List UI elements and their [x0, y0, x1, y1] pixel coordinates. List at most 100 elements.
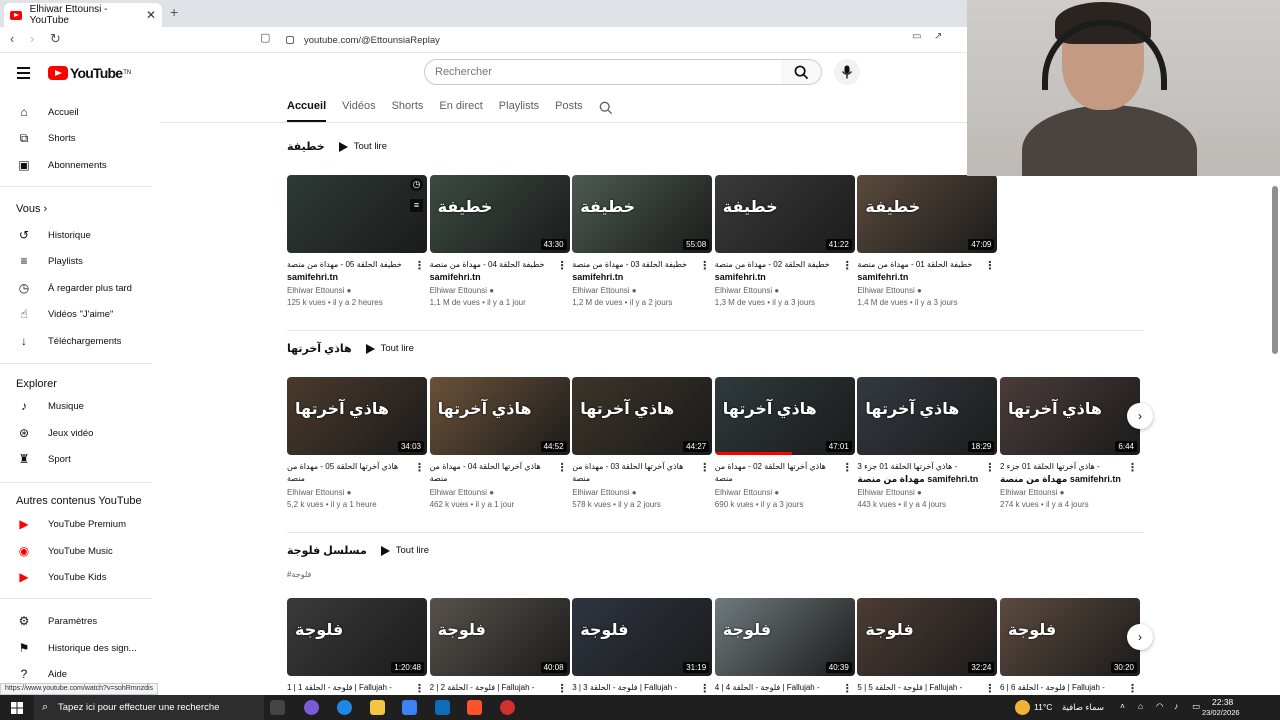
more-options-icon[interactable]: ⋮	[557, 682, 568, 695]
video-card[interactable]: هاذي آخرتها 44:52 هاذي آخرتها الحلقة 04 - …	[429, 377, 570, 509]
more-options-icon[interactable]: ⋮	[557, 259, 568, 272]
forward-icon[interactable]: ›	[30, 31, 34, 46]
more-options-icon[interactable]: ⋮	[842, 259, 853, 272]
video-title[interactable]: خطيفة الحلقة 01 - مهداة من منصة samifehri…	[857, 259, 997, 283]
more-options-icon[interactable]: ⋮	[984, 259, 995, 272]
sidebar-item-sport[interactable]: ♜ Sport	[0, 446, 160, 472]
back-icon[interactable]: ‹	[10, 31, 14, 46]
video-thumbnail[interactable]: هاذي آخرتها 6:44	[1000, 377, 1140, 455]
video-thumbnail[interactable]: خطيفة 43:30	[429, 175, 570, 253]
you-heading[interactable]: Vous ›	[16, 203, 47, 215]
bookmark-icon[interactable]: ▢	[260, 31, 270, 44]
windows-start-icon[interactable]	[11, 702, 23, 714]
video-title[interactable]: هاذي آخرتها الحلقة 05 - مهداة من منصةsam…	[287, 461, 427, 485]
tab-shorts[interactable]: Shorts	[392, 100, 424, 122]
edge-icon[interactable]	[337, 700, 352, 715]
video-card[interactable]: خطيفة 47:09 خطيفة الحلقة 01 - مهداة من منص…	[857, 175, 998, 307]
shelf-title[interactable]: خطيفة	[287, 140, 325, 153]
channel-name[interactable]: Elhiwar Ettounsi ●	[1000, 488, 1140, 497]
tab-live[interactable]: En direct	[439, 100, 482, 122]
video-title[interactable]: هاذي آخرتها الحلقة 02 - مهداة من منصةsam…	[715, 461, 855, 485]
sidebar-item-downloads[interactable]: ↓ Téléchargements	[0, 328, 160, 354]
sidebar-item-shorts[interactable]: ⧉ Shorts	[0, 125, 160, 151]
more-options-icon[interactable]: ⋮	[557, 461, 568, 474]
video-card[interactable]: هاذي آخرتها 47:01 هاذي آخرتها الحلقة 02 - …	[714, 377, 855, 509]
more-options-icon[interactable]: ⋮	[1127, 682, 1138, 695]
tab-playlists[interactable]: Playlists	[499, 100, 539, 122]
page-scrollbar[interactable]	[1272, 186, 1278, 354]
menu-icon[interactable]	[17, 67, 30, 82]
video-thumbnail[interactable]: هاذي آخرتها 34:03	[287, 377, 427, 455]
shelf-title[interactable]: هاذي آخرتها	[287, 342, 352, 355]
task-view-icon[interactable]	[270, 700, 285, 715]
tray-chevron-icon[interactable]: ˄	[1120, 701, 1125, 711]
video-thumbnail[interactable]: هاذي آخرتها 44:27	[572, 377, 713, 455]
video-card[interactable]: فلوجة 40:08 2 | فلوجة - الحلقة 2 | Falluja…	[429, 598, 570, 706]
more-options-icon[interactable]: ⋮	[842, 682, 853, 695]
voice-search-button[interactable]	[834, 59, 860, 85]
sidebar-item-subscriptions[interactable]: ▣ Abonnements	[0, 152, 160, 178]
video-thumbnail[interactable]: خطيفة 55:08	[572, 175, 713, 253]
channel-name[interactable]: Elhiwar Ettounsi ●	[857, 286, 997, 295]
cast-icon[interactable]: ▭	[912, 31, 921, 42]
sidebar-item-youtube-kids[interactable]: ▶ YouTube Kids	[0, 564, 160, 590]
tab-home[interactable]: Accueil	[287, 100, 327, 122]
video-card[interactable]: فلوجة 32:24 5 | فلوجة - الحلقة 5 | Falluja…	[857, 598, 998, 706]
video-thumbnail[interactable]: ◷ ≡	[287, 175, 427, 253]
sidebar-item-report-history[interactable]: ⚑ Historique des sign...	[0, 635, 160, 661]
store-icon[interactable]	[402, 700, 417, 715]
channel-search-icon[interactable]	[599, 101, 613, 115]
video-card[interactable]: ◷ ≡ خطيفة الحلقة 05 - مهداة من منصة samifeh…	[287, 175, 427, 307]
more-options-icon[interactable]: ⋮	[842, 461, 853, 474]
more-options-icon[interactable]: ⋮	[414, 682, 425, 695]
video-card[interactable]: فلوجة 31:19 3 | فلوجة - الحلقة 3 | Falluja…	[572, 598, 713, 706]
shelf-next-button[interactable]: ›	[1127, 624, 1153, 650]
channel-name[interactable]: Elhiwar Ettounsi ●	[572, 488, 712, 497]
browser-tab[interactable]: Elhiwar Ettounsi - YouTube ✕	[4, 3, 162, 27]
copilot-icon[interactable]	[304, 700, 319, 715]
sidebar-item-youtube-premium[interactable]: ▶ YouTube Premium	[0, 511, 160, 537]
more-options-icon[interactable]: ⋮	[414, 259, 425, 272]
video-card[interactable]: فلوجة 30:20 6 | فلوجة - الحلقة 6 | Falluja…	[1000, 598, 1140, 706]
search-button[interactable]	[781, 59, 822, 85]
channel-name[interactable]: Elhiwar Ettounsi ●	[715, 286, 855, 295]
video-card[interactable]: فلوجة 40:39 4 | فلوجة - الحلقة 4 | Falluja…	[714, 598, 855, 706]
sidebar-item-liked-videos[interactable]: ☝ Vidéos "J'aime"	[0, 301, 160, 327]
channel-name[interactable]: Elhiwar Ettounsi ●	[430, 488, 570, 497]
video-title[interactable]: خطيفة الحلقة 03 - مهداة من منصة samifehri…	[572, 259, 712, 283]
weather-temperature[interactable]: 11°C	[1034, 702, 1052, 712]
clock-date[interactable]: 23/02/2026	[1202, 708, 1240, 717]
reload-icon[interactable]: ↻	[50, 31, 61, 47]
video-card[interactable]: هاذي آخرتها 18:29 هاذي آخرتها الحلقة 01 جز…	[857, 377, 998, 509]
video-card[interactable]: هاذي آخرتها 44:27 هاذي آخرتها الحلقة 03 - …	[572, 377, 713, 509]
more-options-icon[interactable]: ⋮	[699, 682, 710, 695]
channel-name[interactable]: Elhiwar Ettounsi ●	[857, 488, 997, 497]
taskbar-search-input[interactable]: ⌕ Tapez ici pour effectuer une recherche	[34, 695, 264, 720]
more-options-icon[interactable]: ⋮	[984, 461, 995, 474]
video-thumbnail[interactable]: فلوجة 30:20	[1000, 598, 1140, 676]
sidebar-item-gaming[interactable]: ⊛ Jeux vidéo	[0, 420, 160, 446]
video-title[interactable]: هاذي آخرتها الحلقة 01 جزء 3 - مهداة من من…	[857, 461, 997, 485]
more-options-icon[interactable]: ⋮	[699, 259, 710, 272]
brave-icon[interactable]	[467, 700, 482, 715]
video-title[interactable]: خطيفة الحلقة 04 - مهداة من منصة samifehri…	[430, 259, 570, 283]
tab-videos[interactable]: Vidéos	[342, 100, 375, 122]
sidebar-item-playlists[interactable]: ≡ Playlists	[0, 248, 160, 274]
url-field[interactable]: youtube.com/@EttounsiaReplay	[286, 31, 966, 49]
video-title[interactable]: خطيفة الحلقة 05 - مهداة من منصة samifehri…	[287, 259, 427, 283]
wifi-icon[interactable]: ◠	[1156, 701, 1163, 712]
more-options-icon[interactable]: ⋮	[414, 461, 425, 474]
watch-later-icon[interactable]: ◷	[410, 178, 423, 191]
tab-posts[interactable]: Posts	[555, 100, 583, 122]
search-input[interactable]: Rechercher	[424, 59, 782, 85]
share-icon[interactable]: ↗	[934, 31, 942, 42]
new-tab-button[interactable]: +	[170, 4, 178, 20]
channel-name[interactable]: Elhiwar Ettounsi ●	[572, 286, 712, 295]
video-card[interactable]: هاذي آخرتها 6:44 هاذي آخرتها الحلقة 01 جزء…	[1000, 377, 1140, 509]
keyboard-icon[interactable]: ▭	[1192, 701, 1200, 712]
youtube-logo[interactable]: YouTube TN	[48, 65, 131, 81]
sidebar-item-watch-later[interactable]: ◷ À regarder plus tard	[0, 275, 160, 301]
video-thumbnail[interactable]: فلوجة 40:39	[714, 598, 855, 676]
more-options-icon[interactable]: ⋮	[699, 461, 710, 474]
outlook-icon[interactable]	[435, 700, 450, 715]
